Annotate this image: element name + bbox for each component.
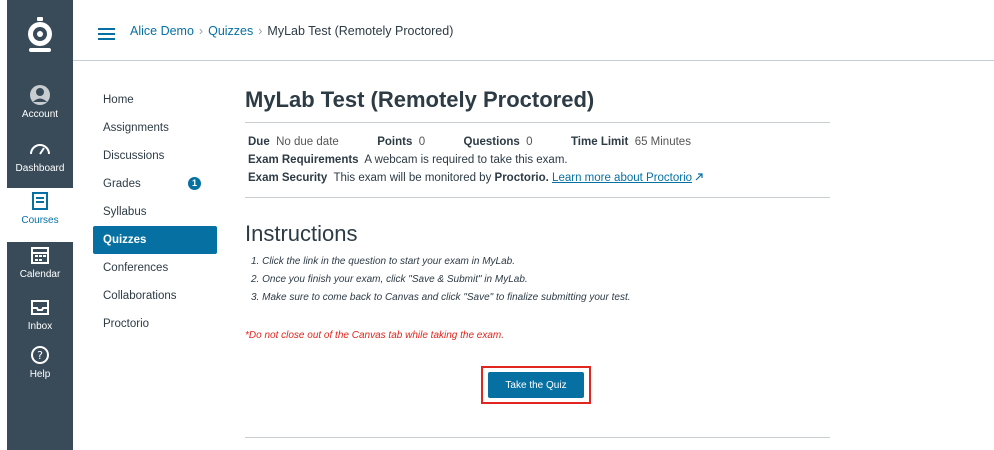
breadcrumb-course[interactable]: Alice Demo	[130, 24, 194, 38]
nav-courses-label: Courses	[21, 215, 59, 226]
instruction-step: 3. Make sure to come back to Canvas and …	[251, 292, 631, 303]
nav-calendar[interactable]: Calendar	[7, 242, 73, 296]
svg-text:?: ?	[37, 349, 43, 362]
institution-logo[interactable]	[7, 0, 73, 72]
instructions-list: 1. Click the link in the question to sta…	[251, 253, 631, 307]
instructions-heading: Instructions	[245, 221, 358, 246]
course-nav-syllabus[interactable]: Syllabus	[93, 198, 217, 226]
breadcrumb-current: MyLab Test (Remotely Proctored)	[267, 24, 454, 38]
breadcrumb: Alice Demo › Quizzes › MyLab Test (Remotely …	[130, 24, 453, 38]
account-icon	[30, 85, 50, 105]
course-nav-conferences[interactable]: Conferences	[93, 254, 217, 282]
nav-dashboard[interactable]: Dashboard	[7, 136, 73, 190]
breadcrumb-separator: ›	[258, 24, 263, 38]
course-nav-collaborations[interactable]: Collaborations	[93, 282, 217, 310]
exam-requirements-value: A webcam is required to take this exam.	[364, 154, 568, 166]
points-value: 0	[418, 136, 426, 148]
course-nav-grades-label: Grades	[103, 178, 141, 190]
course-nav-quizzes[interactable]: Quizzes	[93, 226, 217, 254]
help-icon: ?	[31, 346, 49, 364]
nav-help[interactable]: ? Help	[7, 342, 73, 396]
breadcrumb-separator: ›	[198, 24, 204, 38]
points-label: Points	[377, 136, 413, 148]
instruction-step: 1. Click the link in the question to sta…	[251, 256, 516, 267]
hamburger-menu-icon[interactable]	[98, 28, 115, 40]
page-title: MyLab Test (Remotely Proctored)	[245, 87, 595, 112]
warning-note: *Do not close out of the Canvas tab whil…	[245, 330, 505, 341]
time-limit-label: Time Limit	[570, 136, 629, 148]
due-label: Due	[248, 136, 270, 148]
nav-dashboard-label: Dashboard	[15, 163, 65, 174]
questions-label: Questions	[463, 136, 520, 148]
courses-icon	[32, 192, 48, 210]
course-nav: Home Assignments Discussions Grades 1 Sy…	[93, 86, 217, 338]
course-nav-grades[interactable]: Grades 1	[93, 170, 217, 198]
course-nav-discussions[interactable]: Discussions	[93, 142, 217, 170]
global-nav: Account Dashboard Courses Calendar Inbox…	[7, 0, 73, 450]
exam-security-label: Exam Security	[248, 172, 328, 184]
exam-requirements-label: Exam Requirements	[248, 154, 359, 166]
nav-courses[interactable]: Courses	[7, 188, 73, 242]
nav-calendar-label: Calendar	[19, 269, 61, 280]
course-nav-home[interactable]: Home	[93, 86, 217, 114]
nav-account-label: Account	[21, 109, 59, 120]
webcam-logo-icon	[28, 17, 52, 52]
quiz-details: Due No due date Points 0 Questions 0 Tim…	[248, 133, 703, 187]
instruction-step: 2. Once you finish your exam, click "Sav…	[251, 274, 528, 285]
inbox-icon	[31, 300, 49, 315]
nav-inbox-label: Inbox	[27, 321, 53, 332]
proctorio-brand: Proctorio.	[494, 172, 549, 184]
external-link-icon	[695, 173, 703, 181]
due-value: No due date	[276, 136, 339, 148]
nav-inbox[interactable]: Inbox	[7, 294, 73, 348]
nav-help-label: Help	[29, 369, 51, 380]
learn-more-proctorio-link[interactable]: Learn more about Proctorio	[552, 172, 692, 184]
breadcrumb-quizzes[interactable]: Quizzes	[208, 24, 253, 38]
take-quiz-highlight: Take the Quiz	[481, 366, 591, 404]
questions-value: 0	[526, 136, 533, 148]
divider	[245, 197, 830, 198]
divider	[245, 122, 830, 123]
dashboard-icon	[30, 144, 50, 155]
course-nav-proctorio[interactable]: Proctorio	[93, 310, 217, 338]
grades-count-badge: 1	[188, 177, 201, 190]
take-quiz-button[interactable]: Take the Quiz	[488, 372, 584, 398]
page-header: Alice Demo › Quizzes › MyLab Test (Remotely …	[73, 0, 994, 61]
calendar-icon	[31, 247, 49, 264]
nav-account[interactable]: Account	[7, 82, 73, 136]
quiz-content: MyLab Test (Remotely Proctored) Due No d…	[245, 85, 835, 438]
divider	[245, 437, 830, 438]
course-nav-assignments[interactable]: Assignments	[93, 114, 217, 142]
exam-security-value: This exam will be monitored by	[333, 172, 492, 184]
time-limit-value: 65 Minutes	[634, 136, 691, 148]
